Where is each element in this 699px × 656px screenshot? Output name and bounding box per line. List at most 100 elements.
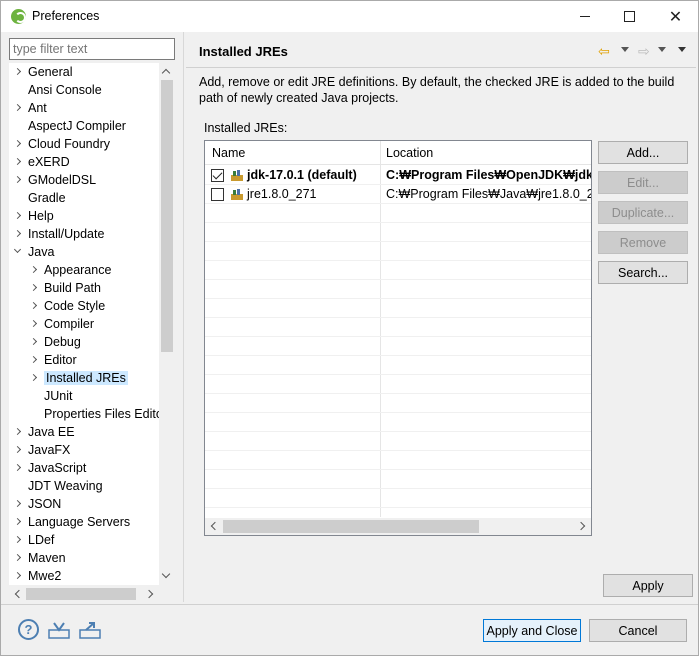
tree-item[interactable]: JavaScript bbox=[13, 459, 86, 477]
tree-item[interactable]: Maven bbox=[13, 549, 66, 567]
view-menu-icon[interactable] bbox=[678, 47, 686, 52]
scroll-left-icon[interactable] bbox=[14, 589, 24, 599]
tree-item[interactable]: Appearance bbox=[29, 261, 111, 279]
tree-item[interactable]: Gradle bbox=[15, 189, 66, 207]
tree-vertical-scrollbar[interactable] bbox=[159, 63, 175, 585]
tree-item[interactable]: Ant bbox=[13, 99, 47, 117]
tree-item[interactable]: Properties Files Edito bbox=[31, 405, 163, 423]
apply-button[interactable]: Apply bbox=[603, 574, 693, 597]
export-icon[interactable] bbox=[79, 621, 101, 639]
tree-item[interactable]: General bbox=[13, 63, 72, 81]
chevron-right-icon[interactable] bbox=[13, 517, 22, 526]
scroll-thumb[interactable] bbox=[26, 588, 136, 600]
chevron-right-icon[interactable] bbox=[29, 265, 38, 274]
jre-table[interactable]: Name Location jdk-17.0.1 (default) C:₩Pro… bbox=[204, 140, 592, 536]
chevron-right-icon[interactable] bbox=[13, 427, 22, 436]
chevron-right-icon[interactable] bbox=[13, 535, 22, 544]
maximize-button[interactable] bbox=[607, 1, 652, 32]
chevron-right-icon[interactable] bbox=[13, 445, 22, 454]
chevron-right-icon[interactable] bbox=[13, 499, 22, 508]
tree-item[interactable]: Build Path bbox=[29, 279, 101, 297]
tree-item-label: Cloud Foundry bbox=[28, 137, 110, 151]
tree-item[interactable]: GModelDSL bbox=[13, 171, 96, 189]
scroll-right-icon[interactable] bbox=[576, 521, 586, 531]
table-row[interactable]: jdk-17.0.1 (default) C:₩Program Files₩Ope… bbox=[205, 166, 591, 185]
tree-item[interactable]: Debug bbox=[29, 333, 81, 351]
scroll-thumb[interactable] bbox=[223, 520, 479, 533]
tree-item[interactable]: Cloud Foundry bbox=[13, 135, 110, 153]
tree-item[interactable]: JavaFX bbox=[13, 441, 70, 459]
minimize-button[interactable] bbox=[562, 1, 607, 32]
edit-button[interactable]: Edit... bbox=[598, 171, 688, 194]
scroll-right-icon[interactable] bbox=[144, 589, 154, 599]
duplicate-button[interactable]: Duplicate... bbox=[598, 201, 688, 224]
chevron-right-icon[interactable] bbox=[29, 283, 38, 292]
pane-divider[interactable] bbox=[183, 32, 184, 602]
import-icon[interactable] bbox=[48, 621, 70, 639]
back-arrow-icon[interactable]: ⇦ bbox=[598, 43, 610, 60]
chevron-right-icon[interactable] bbox=[29, 337, 38, 346]
scroll-left-icon[interactable] bbox=[210, 521, 220, 531]
tree-item[interactable]: Code Style bbox=[29, 297, 105, 315]
tree-item[interactable]: eXERD bbox=[13, 153, 70, 171]
tree-item[interactable]: Mwe2 bbox=[13, 567, 61, 585]
tree-item[interactable]: Java EE bbox=[13, 423, 75, 441]
tree-item[interactable]: Install/Update bbox=[13, 225, 105, 243]
page-title: Installed JREs bbox=[199, 44, 288, 59]
chevron-right-icon[interactable] bbox=[13, 229, 22, 238]
help-icon[interactable]: ? bbox=[18, 619, 39, 640]
tree-item-label: Install/Update bbox=[28, 227, 105, 241]
tree-item-label: Java EE bbox=[28, 425, 75, 439]
back-dropdown-icon[interactable] bbox=[621, 47, 629, 52]
scroll-thumb[interactable] bbox=[161, 80, 173, 352]
title-bar[interactable]: Preferences ✕ bbox=[1, 1, 698, 32]
tree-item[interactable]: AspectJ Compiler bbox=[15, 117, 126, 135]
jre-checkbox[interactable] bbox=[211, 169, 224, 182]
chevron-right-icon[interactable] bbox=[29, 319, 38, 328]
chevron-right-icon[interactable] bbox=[29, 373, 38, 382]
chevron-right-icon[interactable] bbox=[13, 67, 22, 76]
empty-row bbox=[205, 337, 591, 356]
jre-library-icon bbox=[231, 170, 243, 181]
forward-dropdown-icon[interactable] bbox=[658, 47, 666, 52]
search-button[interactable]: Search... bbox=[598, 261, 688, 284]
tree-item[interactable]: Help bbox=[13, 207, 54, 225]
column-header-name[interactable]: Name bbox=[212, 146, 245, 160]
tree-horizontal-scrollbar[interactable] bbox=[9, 586, 159, 602]
chevron-right-icon[interactable] bbox=[13, 211, 22, 220]
chevron-right-icon[interactable] bbox=[13, 139, 22, 148]
filter-input[interactable] bbox=[9, 38, 175, 60]
table-horizontal-scrollbar[interactable] bbox=[205, 518, 591, 535]
column-header-location[interactable]: Location bbox=[386, 146, 433, 160]
chevron-right-icon[interactable] bbox=[13, 157, 22, 166]
tree-item[interactable]: LDef bbox=[13, 531, 54, 549]
tree-item[interactable]: JSON bbox=[13, 495, 61, 513]
chevron-right-icon[interactable] bbox=[29, 301, 38, 310]
tree-item[interactable]: Editor bbox=[29, 351, 77, 369]
cancel-button[interactable]: Cancel bbox=[589, 619, 687, 642]
chevron-right-icon[interactable] bbox=[13, 103, 22, 112]
tree-item[interactable]: Language Servers bbox=[13, 513, 130, 531]
chevron-right-icon[interactable] bbox=[13, 571, 22, 580]
chevron-right-icon[interactable] bbox=[13, 175, 22, 184]
tree-item[interactable]: Installed JREs bbox=[29, 369, 128, 387]
table-row[interactable]: jre1.8.0_271 C:₩Program Files₩Java₩jre1.8… bbox=[205, 185, 591, 204]
jre-checkbox[interactable] bbox=[211, 188, 224, 201]
chevron-right-icon[interactable] bbox=[13, 463, 22, 472]
scroll-up-icon[interactable] bbox=[161, 68, 171, 78]
tree-item[interactable]: Java bbox=[13, 243, 54, 261]
chevron-right-icon[interactable] bbox=[13, 553, 22, 562]
tree-item-label: Ansi Console bbox=[28, 83, 102, 97]
chevron-right-icon[interactable] bbox=[29, 355, 38, 364]
tree-item[interactable]: Ansi Console bbox=[15, 81, 102, 99]
close-button[interactable]: ✕ bbox=[653, 1, 698, 32]
forward-arrow-icon[interactable]: ⇨ bbox=[638, 43, 650, 60]
apply-and-close-button[interactable]: Apply and Close bbox=[483, 619, 581, 642]
tree-item[interactable]: JUnit bbox=[31, 387, 72, 405]
tree-item[interactable]: JDT Weaving bbox=[15, 477, 103, 495]
tree-item[interactable]: Compiler bbox=[29, 315, 94, 333]
remove-button[interactable]: Remove bbox=[598, 231, 688, 254]
scroll-down-icon[interactable] bbox=[161, 569, 171, 579]
add-button[interactable]: Add... bbox=[598, 141, 688, 164]
chevron-down-icon[interactable] bbox=[13, 245, 22, 254]
